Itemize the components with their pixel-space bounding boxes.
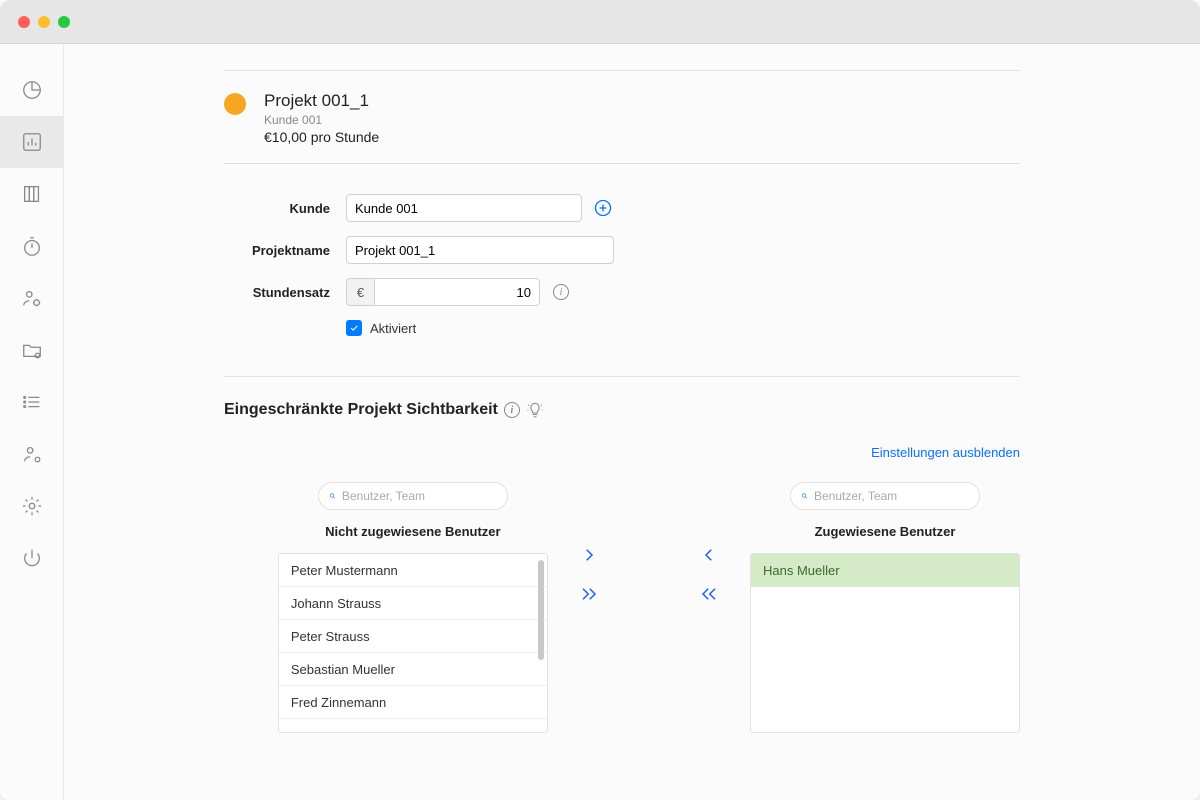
assigned-heading: Zugewiesene Benutzer [815,524,956,539]
projectname-input[interactable] [346,236,614,264]
sidebar-item-team-settings[interactable] [0,272,64,324]
window-zoom-button[interactable] [58,16,70,28]
binders-icon [21,183,43,205]
unassigned-column: Nicht zugewiesene Benutzer Peter Musterm… [278,482,548,733]
project-rate: €10,00 pro Stunde [264,129,379,145]
folder-gear-icon [21,339,43,361]
hourlyrate-input[interactable] [374,278,540,306]
client-label: Kunde [224,201,346,216]
titlebar [0,0,1200,44]
double-chevron-right-icon [578,585,600,603]
sidebar-item-user-settings[interactable] [0,428,64,480]
sidebar-item-settings[interactable] [0,480,64,532]
project-header: Projekt 001_1 Kunde 001 €10,00 pro Stund… [224,81,1020,163]
add-client-button[interactable] [592,197,614,219]
search-icon [329,490,336,502]
unassigned-search[interactable] [318,482,508,510]
lightbulb-icon[interactable] [526,401,544,419]
list-item[interactable]: Peter Strauss [279,620,547,653]
unassigned-search-input[interactable] [342,489,497,503]
chevron-left-icon [700,546,718,564]
unassigned-listbox[interactable]: Peter Mustermann Johann Strauss Peter St… [278,553,548,733]
hide-settings-link[interactable]: Einstellungen ausblenden [871,445,1020,460]
activated-checkbox[interactable] [346,320,362,336]
main-content: Projekt 001_1 Kunde 001 €10,00 pro Stund… [64,44,1200,800]
pie-chart-icon [21,79,43,101]
visibility-section-title: Eingeschränkte Projekt Sichtbarkeit i [224,401,1020,419]
window-minimize-button[interactable] [38,16,50,28]
double-chevron-left-icon [698,585,720,603]
project-title: Projekt 001_1 [264,91,379,111]
unassigned-heading: Nicht zugewiesene Benutzer [325,524,501,539]
sidebar-item-archive[interactable] [0,168,64,220]
list-item[interactable]: Sebastian Mueller [279,653,547,686]
scrollbar[interactable] [538,560,544,660]
sidebar-item-power[interactable] [0,532,64,584]
list-icon [21,391,43,413]
sidebar-item-reports[interactable] [0,116,64,168]
search-icon [801,490,808,502]
currency-symbol: € [346,278,374,306]
info-icon: i [553,284,569,300]
assigned-search-input[interactable] [814,489,969,503]
hourlyrate-info-button[interactable]: i [550,281,572,303]
window-close-button[interactable] [18,16,30,28]
bar-chart-icon [21,131,43,153]
user-assignment-panel: Nicht zugewiesene Benutzer Peter Musterm… [224,482,1020,733]
project-color-indicator [224,93,246,115]
hourlyrate-label: Stundensatz [224,285,346,300]
project-client: Kunde 001 [264,113,379,127]
list-item[interactable]: Fred Zinnemann [279,686,547,719]
chevron-right-icon [580,546,598,564]
sidebar-item-folder-settings[interactable] [0,324,64,376]
assigned-column: Zugewiesene Benutzer Hans Mueller [750,482,1020,733]
sidebar-item-dashboard[interactable] [0,64,64,116]
gear-icon [21,495,43,517]
list-item[interactable]: Hans Mueller [751,554,1019,587]
activated-label: Aktiviert [370,321,416,336]
user-gear-icon [21,443,43,465]
app-window: Projekt 001_1 Kunde 001 €10,00 pro Stund… [0,0,1200,800]
stopwatch-icon [21,235,43,257]
unassign-all-button[interactable] [698,585,720,606]
assigned-search[interactable] [790,482,980,510]
client-input[interactable] [346,194,582,222]
sidebar-item-list[interactable] [0,376,64,428]
assign-all-button[interactable] [578,585,600,606]
unassign-one-button[interactable] [700,546,718,567]
plus-circle-icon [593,198,613,218]
sidebar [0,44,64,800]
team-gear-icon [21,287,43,309]
info-icon[interactable]: i [504,402,520,418]
checkmark-icon [349,323,359,333]
list-item[interactable]: Johann Strauss [279,587,547,620]
list-item[interactable]: Peter Mustermann [279,554,547,587]
sidebar-item-timer[interactable] [0,220,64,272]
assigned-listbox[interactable]: Hans Mueller [750,553,1020,733]
assign-one-button[interactable] [580,546,598,567]
projectname-label: Projektname [224,243,346,258]
power-icon [21,547,43,569]
transfer-buttons-back [698,482,720,606]
transfer-buttons [578,482,600,606]
